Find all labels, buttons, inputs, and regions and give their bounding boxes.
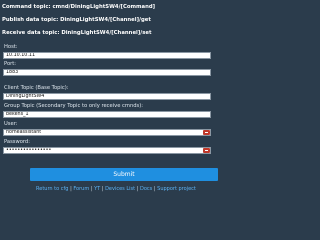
publish-topic: Publish data topic: DiningLightSW4/[Chan…	[2, 17, 151, 23]
separator: |	[70, 186, 72, 192]
user-label: User:	[4, 121, 18, 127]
devices-list-link[interactable]: Devices List	[105, 186, 135, 192]
password-input[interactable]: ••••••••••••••••	[3, 147, 211, 154]
user-eye-icon[interactable]	[203, 130, 210, 135]
submit-button[interactable]: Submit	[30, 168, 218, 181]
group-topic-label: Group Topic (Secondary Topic to only rec…	[4, 103, 144, 109]
publish-topic-label: Publish data topic:	[2, 17, 59, 23]
docs-link[interactable]: Docs	[140, 186, 152, 192]
footer-links: Return to cfg | Forum | YT | Devices Lis…	[2, 186, 248, 193]
yt-link[interactable]: YT	[94, 186, 100, 192]
port-input[interactable]: 1883	[3, 69, 211, 76]
port-label: Port:	[4, 61, 17, 67]
receive-topic-label: Receive data topic:	[2, 30, 60, 36]
group-topic-input[interactable]: bekens_1	[3, 111, 211, 118]
command-topic: Command topic: cmnd/DiningLightSW4/[Comm…	[2, 4, 155, 10]
host-input[interactable]: 10.10.10.11	[3, 52, 211, 59]
password-eye-icon[interactable]	[203, 148, 210, 153]
separator: |	[101, 186, 104, 192]
command-topic-value: cmnd/DiningLightSW4/[Command]	[52, 4, 156, 10]
client-topic-label: Client Topic (Base Topic):	[4, 85, 69, 91]
forum-link[interactable]: Forum	[73, 186, 89, 192]
password-label: Password:	[4, 139, 30, 145]
command-topic-label: Command topic:	[2, 4, 51, 10]
host-label: Host:	[4, 44, 18, 50]
publish-topic-value: DiningLightSW4/[Channel]/get	[60, 17, 151, 23]
return-to-cfg-link[interactable]: Return to cfg	[36, 186, 68, 192]
user-input[interactable]: homeassistant	[3, 129, 211, 136]
separator: |	[136, 186, 139, 192]
separator: |	[153, 186, 156, 192]
receive-topic-value: DiningLightSW4/[Channel]/set	[61, 30, 152, 36]
separator: |	[90, 186, 93, 192]
receive-topic: Receive data topic: DiningLightSW4/[Chan…	[2, 30, 152, 36]
support-project-link[interactable]: Support project	[157, 186, 196, 192]
client-topic-input[interactable]: DiningLightSW4	[3, 93, 211, 100]
